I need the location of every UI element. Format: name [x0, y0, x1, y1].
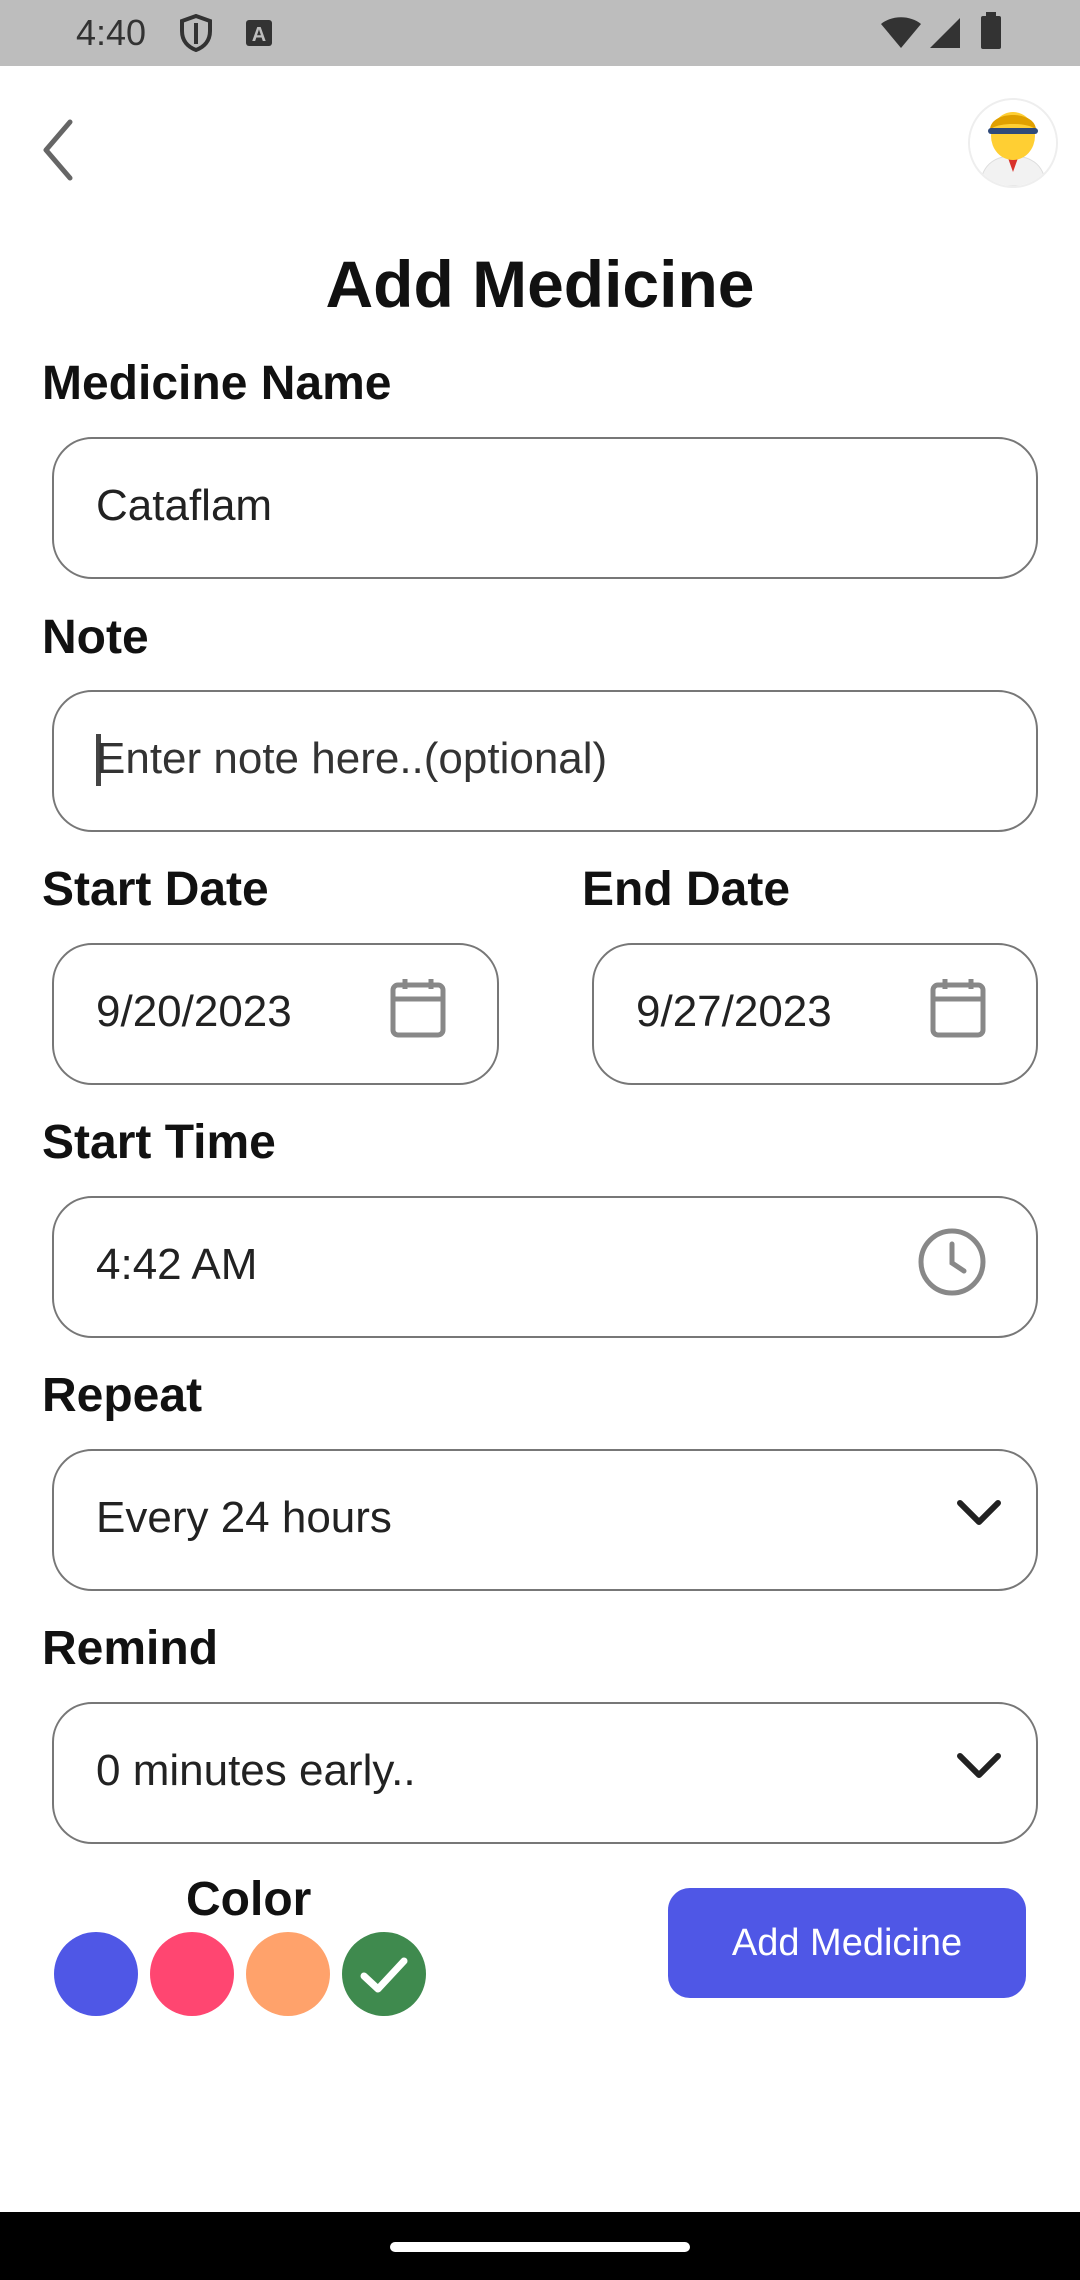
repeat-label: Repeat: [42, 1369, 203, 1422]
keyboard-a-icon: A: [244, 18, 274, 53]
start-time-label: Start Time: [42, 1116, 276, 1169]
note-placeholder: Enter note here..(optional): [96, 734, 608, 783]
color-swatch-orange[interactable]: [246, 1932, 330, 2016]
start-date-label: Start Date: [42, 863, 269, 916]
checkmark-icon: [360, 1957, 408, 1993]
note-field[interactable]: Enter note here..(optional): [52, 690, 1038, 832]
end-date-field[interactable]: 9/27/2023: [592, 943, 1038, 1085]
end-date-value: 9/27/2023: [636, 987, 832, 1036]
medicine-name-value: Cataflam: [96, 481, 273, 530]
note-label: Note: [42, 611, 149, 664]
medicine-name-field[interactable]: Cataflam: [52, 437, 1038, 579]
status-bar: 4:40 A: [0, 0, 1080, 66]
start-time-value: 4:42 AM: [96, 1240, 258, 1289]
repeat-value: Every 24 hours: [96, 1493, 392, 1542]
chevron-down-icon: [954, 1748, 1004, 1789]
home-gesture-handle[interactable]: [390, 2242, 690, 2252]
calendar-icon[interactable]: [388, 975, 448, 1044]
medicine-name-label: Medicine Name: [42, 357, 392, 410]
start-date-field[interactable]: 9/20/2023: [52, 943, 499, 1085]
navigation-bar: [0, 2212, 1080, 2280]
end-date-label: End Date: [582, 863, 791, 916]
app-bar: [0, 66, 1080, 216]
color-swatch-green[interactable]: [342, 1932, 426, 2016]
remind-label: Remind: [42, 1622, 219, 1675]
start-time-field[interactable]: 4:42 AM: [52, 1196, 1038, 1338]
chevron-down-icon: [954, 1495, 1004, 1536]
status-time: 4:40: [76, 12, 147, 53]
page-title: Add Medicine: [325, 247, 755, 321]
calendar-icon[interactable]: [928, 975, 988, 1044]
color-swatch-pink[interactable]: [150, 1932, 234, 2016]
signal-icon: [928, 16, 962, 55]
add-medicine-button[interactable]: Add Medicine: [668, 1888, 1026, 1998]
svg-text:A: A: [252, 24, 266, 46]
remind-dropdown[interactable]: 0 minutes early..: [52, 1702, 1038, 1844]
remind-value: 0 minutes early..: [96, 1746, 416, 1795]
wifi-icon: [880, 16, 922, 55]
back-button[interactable]: [30, 110, 94, 190]
shield-icon: [178, 13, 214, 57]
clock-icon[interactable]: [916, 1226, 988, 1303]
repeat-dropdown[interactable]: Every 24 hours: [52, 1449, 1038, 1591]
user-avatar-icon: [970, 100, 1056, 186]
color-swatch-blue[interactable]: [54, 1932, 138, 2016]
start-date-value: 9/20/2023: [96, 987, 292, 1036]
color-label: Color: [186, 1873, 312, 1926]
battery-icon: [980, 12, 1002, 55]
chevron-left-icon: [43, 119, 73, 181]
avatar[interactable]: [968, 98, 1058, 188]
